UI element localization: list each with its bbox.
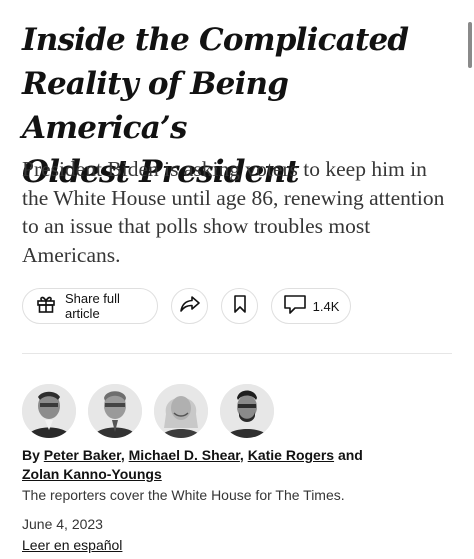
scrollbar-thumb[interactable] xyxy=(468,22,472,68)
publication-date: June 4, 2023 xyxy=(22,516,103,532)
author-link-michael-d-shear[interactable]: Michael D. Shear xyxy=(129,447,240,463)
section-divider xyxy=(22,353,452,354)
comments-count: 1.4K xyxy=(312,298,340,314)
share-arrow-icon xyxy=(179,294,201,319)
reporters-note: The reporters cover the White House for … xyxy=(22,487,345,503)
comment-bubble-icon xyxy=(283,293,307,320)
author-link-peter-baker[interactable]: Peter Baker xyxy=(44,447,121,463)
headline-line-2: Reality of Being America’s xyxy=(22,66,289,146)
spanish-version-link[interactable]: Leer en español xyxy=(22,536,122,554)
byline-separator: , xyxy=(120,447,125,463)
byline-conjunction: and xyxy=(337,447,363,463)
gift-icon xyxy=(35,293,57,320)
bookmark-icon xyxy=(232,294,248,319)
author-avatar-peter-baker[interactable] xyxy=(22,384,76,438)
byline-separator: , xyxy=(239,447,244,463)
article-header: Inside the Complicated Reality of Being … xyxy=(0,0,474,559)
author-avatar-zolan-kanno-youngs[interactable] xyxy=(220,384,274,438)
share-full-article-label: Share full article xyxy=(65,291,120,321)
share-button[interactable] xyxy=(171,288,208,324)
author-link-katie-rogers[interactable]: Katie Rogers xyxy=(248,447,334,463)
author-avatar-katie-rogers[interactable] xyxy=(154,384,208,438)
byline-prefix: By xyxy=(22,447,40,463)
author-avatar-michael-d-shear[interactable] xyxy=(88,384,142,438)
byline: By Peter Baker, Michael D. Shear, Katie … xyxy=(22,446,452,484)
author-avatars xyxy=(22,384,274,438)
article-actions: Share full article 1.4K xyxy=(22,288,351,326)
article-summary: President Biden is asking voters to keep… xyxy=(22,157,445,267)
headline-line-1: Inside the Complicated xyxy=(22,22,409,58)
share-full-article-button[interactable]: Share full article xyxy=(22,288,158,324)
comments-button[interactable]: 1.4K xyxy=(271,288,351,324)
save-button[interactable] xyxy=(221,288,258,324)
author-link-zolan-kanno-youngs[interactable]: Zolan Kanno-Youngs xyxy=(22,466,162,482)
